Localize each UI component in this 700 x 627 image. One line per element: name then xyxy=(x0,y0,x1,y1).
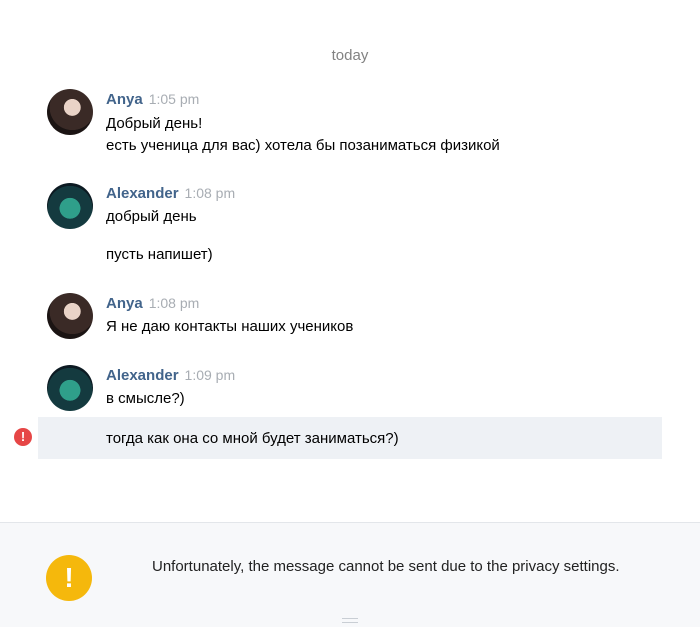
message-author[interactable]: Alexander 1:09 pm xyxy=(106,367,235,384)
chat-history: today Anya 1:05 pm Добрый день! есть учен… xyxy=(0,0,700,522)
error-icon[interactable]: ! xyxy=(14,428,32,446)
message-time: 1:08 pm xyxy=(184,185,236,201)
message-text: в смысле?) xyxy=(106,390,185,407)
message-time: 1:08 pm xyxy=(148,295,200,311)
message-text: Я не даю контакты наших учеников xyxy=(106,318,354,335)
anya-avatar[interactable] xyxy=(47,89,93,135)
message-author[interactable]: Anya 1:08 pm xyxy=(106,295,199,312)
author-name[interactable]: Alexander xyxy=(106,367,179,384)
privacy-warning-text: Unfortunately, the message cannot be sen… xyxy=(152,558,620,575)
message-time: 1:09 pm xyxy=(184,367,236,383)
message-time: 1:05 pm xyxy=(148,91,200,107)
author-name[interactable]: Alexander xyxy=(106,185,179,202)
alexander-avatar[interactable] xyxy=(47,365,93,411)
message-author[interactable]: Anya 1:05 pm xyxy=(106,91,199,108)
warning-icon: ! xyxy=(46,555,92,601)
message-text: Добрый день! xyxy=(106,115,203,132)
resize-handle[interactable] xyxy=(342,618,358,623)
alexander-avatar[interactable] xyxy=(47,183,93,229)
message-text: есть ученица для вас) хотела бы позанима… xyxy=(106,137,500,154)
day-separator: today xyxy=(331,47,369,64)
message-text: пусть напишет) xyxy=(106,246,213,263)
message-text: добрый день xyxy=(106,208,197,225)
author-name[interactable]: Anya xyxy=(106,295,143,312)
failed-message-text: тогда как она со мной будет заниматься?) xyxy=(106,430,399,447)
anya-avatar[interactable] xyxy=(47,293,93,339)
author-name[interactable]: Anya xyxy=(106,91,143,108)
message-author[interactable]: Alexander 1:08 pm xyxy=(106,185,235,202)
